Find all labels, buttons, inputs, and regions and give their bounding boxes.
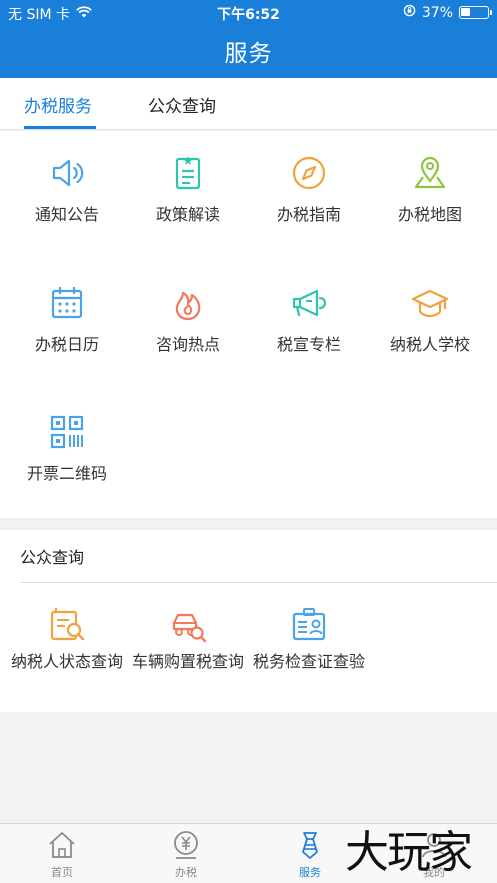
service-grid: 通知公告 政策解读 办税指南 办税地图 办税日历 咨询热点 税宣专栏 纳税人学校…	[0, 131, 497, 518]
section-title: 公众查询	[20, 548, 85, 567]
tabbar-item-tax[interactable]: 办税	[124, 830, 248, 880]
service-label: 政策解读	[155, 205, 220, 224]
clipboard-star-icon	[168, 153, 208, 193]
speaker-icon	[47, 153, 87, 193]
service-item-hot-topics[interactable]: 咨询热点	[126, 283, 250, 355]
status-bar: 无 SIM 卡 下午6:52 37%	[0, 0, 497, 26]
battery-percent: 37%	[421, 4, 453, 21]
flame-icon	[168, 283, 208, 323]
service-label: 办税日历	[34, 335, 99, 354]
qr-code-icon	[47, 412, 87, 452]
tabbar-item-home[interactable]: 首页	[0, 830, 124, 880]
query-label: 税务检查证查验	[252, 652, 365, 671]
service-label: 税宣专栏	[276, 335, 341, 354]
service-label: 通知公告	[34, 205, 99, 224]
service-label: 纳税人学校	[389, 335, 470, 354]
home-icon	[47, 830, 77, 860]
megaphone-icon	[289, 283, 329, 323]
query-item-taxpayer-status[interactable]: 纳税人状态查询	[5, 605, 129, 672]
service-item-guide[interactable]: 办税指南	[247, 153, 371, 225]
tie-icon	[295, 830, 325, 860]
service-item-qr-code[interactable]: 开票二维码	[5, 412, 129, 484]
tabbar-label: 首页	[51, 866, 73, 879]
tab-tax-service[interactable]: 办税服务	[24, 92, 92, 117]
graduation-cap-icon	[410, 283, 450, 323]
id-badge-icon	[289, 605, 329, 645]
service-item-school[interactable]: 纳税人学校	[368, 283, 492, 355]
query-label: 车辆购置税查询	[131, 652, 244, 671]
active-tab-indicator	[24, 126, 96, 129]
query-item-inspection-cert[interactable]: 税务检查证查验	[247, 605, 371, 672]
calendar-icon	[47, 283, 87, 323]
battery-icon	[459, 6, 492, 19]
service-item-map[interactable]: 办税地图	[368, 153, 492, 225]
map-pin-icon	[410, 153, 450, 193]
document-search-icon	[47, 605, 87, 645]
service-label: 开票二维码	[26, 464, 107, 483]
segment-tabs: 办税服务 公众查询	[0, 78, 497, 130]
service-item-calendar[interactable]: 办税日历	[5, 283, 129, 355]
query-label: 纳税人状态查询	[10, 652, 123, 671]
tab-public-query[interactable]: 公众查询	[148, 92, 216, 117]
service-label: 咨询热点	[155, 335, 220, 354]
car-search-icon	[168, 605, 208, 645]
service-label: 办税指南	[276, 205, 341, 224]
page-title: 服务	[224, 41, 273, 67]
public-query-section: 公众查询 纳税人状态查询 车辆购置税查询 税务检查证查验	[0, 530, 497, 712]
rotation-lock-icon	[403, 4, 416, 21]
watermark-logo: 大玩家	[345, 827, 473, 878]
section-divider	[20, 582, 497, 583]
service-label: 办税地图	[397, 205, 462, 224]
service-item-notices[interactable]: 通知公告	[5, 153, 129, 225]
query-item-vehicle-tax[interactable]: 车辆购置税查询	[126, 605, 250, 672]
service-item-column[interactable]: 税宣专栏	[247, 283, 371, 355]
service-item-policy[interactable]: 政策解读	[126, 153, 250, 225]
top-bar: 无 SIM 卡 下午6:52 37% 服务	[0, 0, 497, 78]
compass-icon	[289, 153, 329, 193]
tabbar-label: 办税	[175, 866, 197, 879]
yuan-icon	[171, 830, 201, 860]
